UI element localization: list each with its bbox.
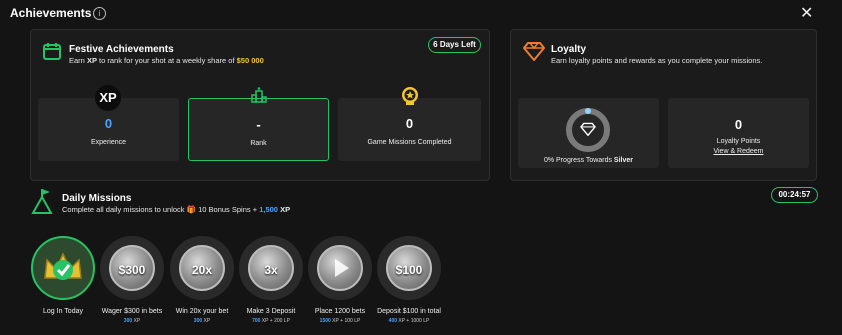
- loyalty-points-value: 0: [734, 117, 743, 132]
- daily-timer: 00:24:57: [771, 187, 818, 203]
- crown-icon: [44, 252, 82, 280]
- daily-missions-title: Daily Missions: [62, 193, 132, 204]
- mission-deposit-total[interactable]: $100 Deposit $100 in total 400 XP + 1000…: [377, 236, 441, 324]
- festive-achievements-panel: Festive Achievements Earn XP to rank for…: [30, 29, 490, 181]
- festive-title: Festive Achievements: [69, 44, 174, 55]
- coin-icon: $300: [109, 245, 155, 291]
- view-redeem-link[interactable]: View & Redeem: [668, 148, 809, 155]
- festive-subtitle: Earn XP to rank for your shot at a weekl…: [69, 56, 264, 65]
- page-title: Achievements: [10, 6, 92, 20]
- experience-value: 0: [104, 116, 113, 131]
- mission-win[interactable]: 20x Win 20x your bet 300 XP: [170, 236, 234, 324]
- flag-icon: [30, 187, 54, 220]
- diamond-icon-small: [580, 122, 596, 141]
- play-coin-icon: [317, 245, 363, 291]
- close-icon[interactable]: ✕: [800, 3, 813, 23]
- mission-deposit[interactable]: 3x Make 3 Deposit 700 XP + 200 LP: [239, 236, 303, 324]
- game-missions-label: Game Missions Completed: [367, 139, 452, 146]
- loyalty-subtitle: Earn loyalty points and rewards as you c…: [551, 56, 763, 65]
- rank-value: -: [256, 117, 261, 132]
- experience-label: Experience: [90, 139, 127, 146]
- coin-icon: $100: [386, 245, 432, 291]
- gift-icon: 🎁: [186, 205, 196, 214]
- xp-icon: XP: [95, 85, 121, 111]
- loyalty-points-label: Loyalty Points: [716, 138, 761, 145]
- info-icon[interactable]: i: [93, 7, 106, 20]
- medal-icon: [400, 85, 420, 114]
- experience-card: XP 0 Experience: [38, 85, 179, 161]
- mission-wager[interactable]: $300 Wager $300 in bets 300 XP: [100, 236, 164, 324]
- mission-log-in[interactable]: Log In Today: [31, 236, 95, 315]
- podium-icon: [251, 87, 267, 108]
- mission-place-bets[interactable]: Place 1200 bets 1500 XP + 100 LP: [308, 236, 372, 324]
- days-left-badge: 6 Days Left: [428, 37, 481, 53]
- loyalty-progress-card: 0% Progress Towards Silver: [518, 98, 659, 168]
- game-missions-value: 0: [405, 116, 414, 131]
- game-missions-card: 0 Game Missions Completed: [338, 87, 481, 161]
- daily-missions-subtitle: Complete all daily missions to unlock 🎁 …: [62, 205, 291, 214]
- loyalty-panel: Loyalty Earn loyalty points and rewards …: [510, 29, 817, 181]
- xp-badge: XP: [86, 56, 97, 65]
- progress-text: 0% Progress Towards Silver: [544, 157, 633, 164]
- calendar-icon: [42, 41, 62, 66]
- coin-icon: 20x: [179, 245, 225, 291]
- mission-name: Log In Today: [43, 308, 83, 315]
- coin-icon: 3x: [248, 245, 294, 291]
- mission-circle: [31, 236, 95, 300]
- diamond-icon: [522, 41, 546, 66]
- loyalty-points-card: 0 Loyalty Points View & Redeem: [668, 98, 809, 168]
- rank-card: - Rank: [188, 87, 329, 161]
- loyalty-title: Loyalty: [551, 44, 587, 55]
- rank-label: Rank: [250, 140, 267, 147]
